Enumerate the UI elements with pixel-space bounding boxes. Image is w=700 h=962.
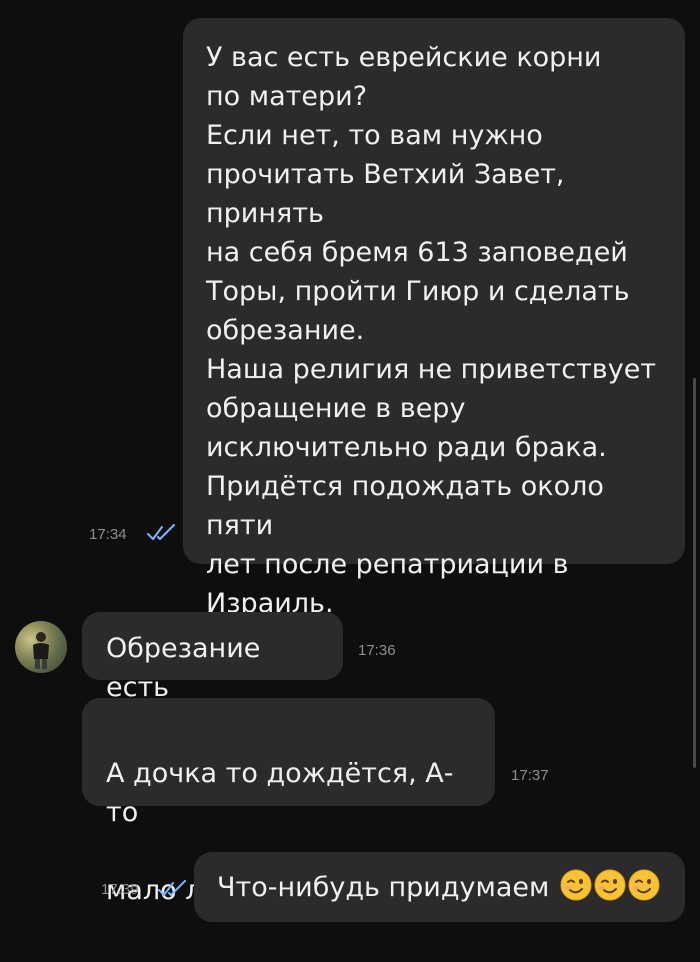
outgoing-message-bubble[interactable]: Что-нибудь придумаем xyxy=(194,852,685,922)
message-time: 17:36 xyxy=(358,642,396,659)
double-check-icon xyxy=(147,524,175,540)
winking-face-emoji xyxy=(628,869,660,901)
person-silhouette-icon xyxy=(33,632,49,669)
message-time: 17:34 xyxy=(89,526,127,543)
message-line-text: Что-нибудь придумаем xyxy=(217,872,558,903)
incoming-message-bubble[interactable]: А дочка то дождётся, А-то мало ли все зр… xyxy=(82,698,495,906)
message-text: Обрезание есть xyxy=(106,633,261,703)
message-time: 17:37 xyxy=(511,767,549,784)
message-time: 17:39 xyxy=(101,881,139,898)
incoming-message-bubble[interactable]: Обрезание есть xyxy=(82,612,343,703)
winking-face-emoji xyxy=(594,869,626,901)
message-text: Что-нибудь придумаем xyxy=(217,868,667,907)
message-text: У вас есть еврейские корни по матери? Ес… xyxy=(206,42,657,619)
outgoing-message-bubble[interactable]: У вас есть еврейские корни по матери? Ес… xyxy=(183,18,685,619)
chat-view: 17:34 У вас есть еврейские корни по мате… xyxy=(0,0,700,962)
winking-face-emoji xyxy=(560,869,592,901)
message-line: А дочка то дождётся, А-то xyxy=(106,758,454,828)
chat-scrollbar[interactable] xyxy=(693,378,696,768)
double-check-icon xyxy=(158,880,186,896)
avatar[interactable] xyxy=(15,621,67,673)
